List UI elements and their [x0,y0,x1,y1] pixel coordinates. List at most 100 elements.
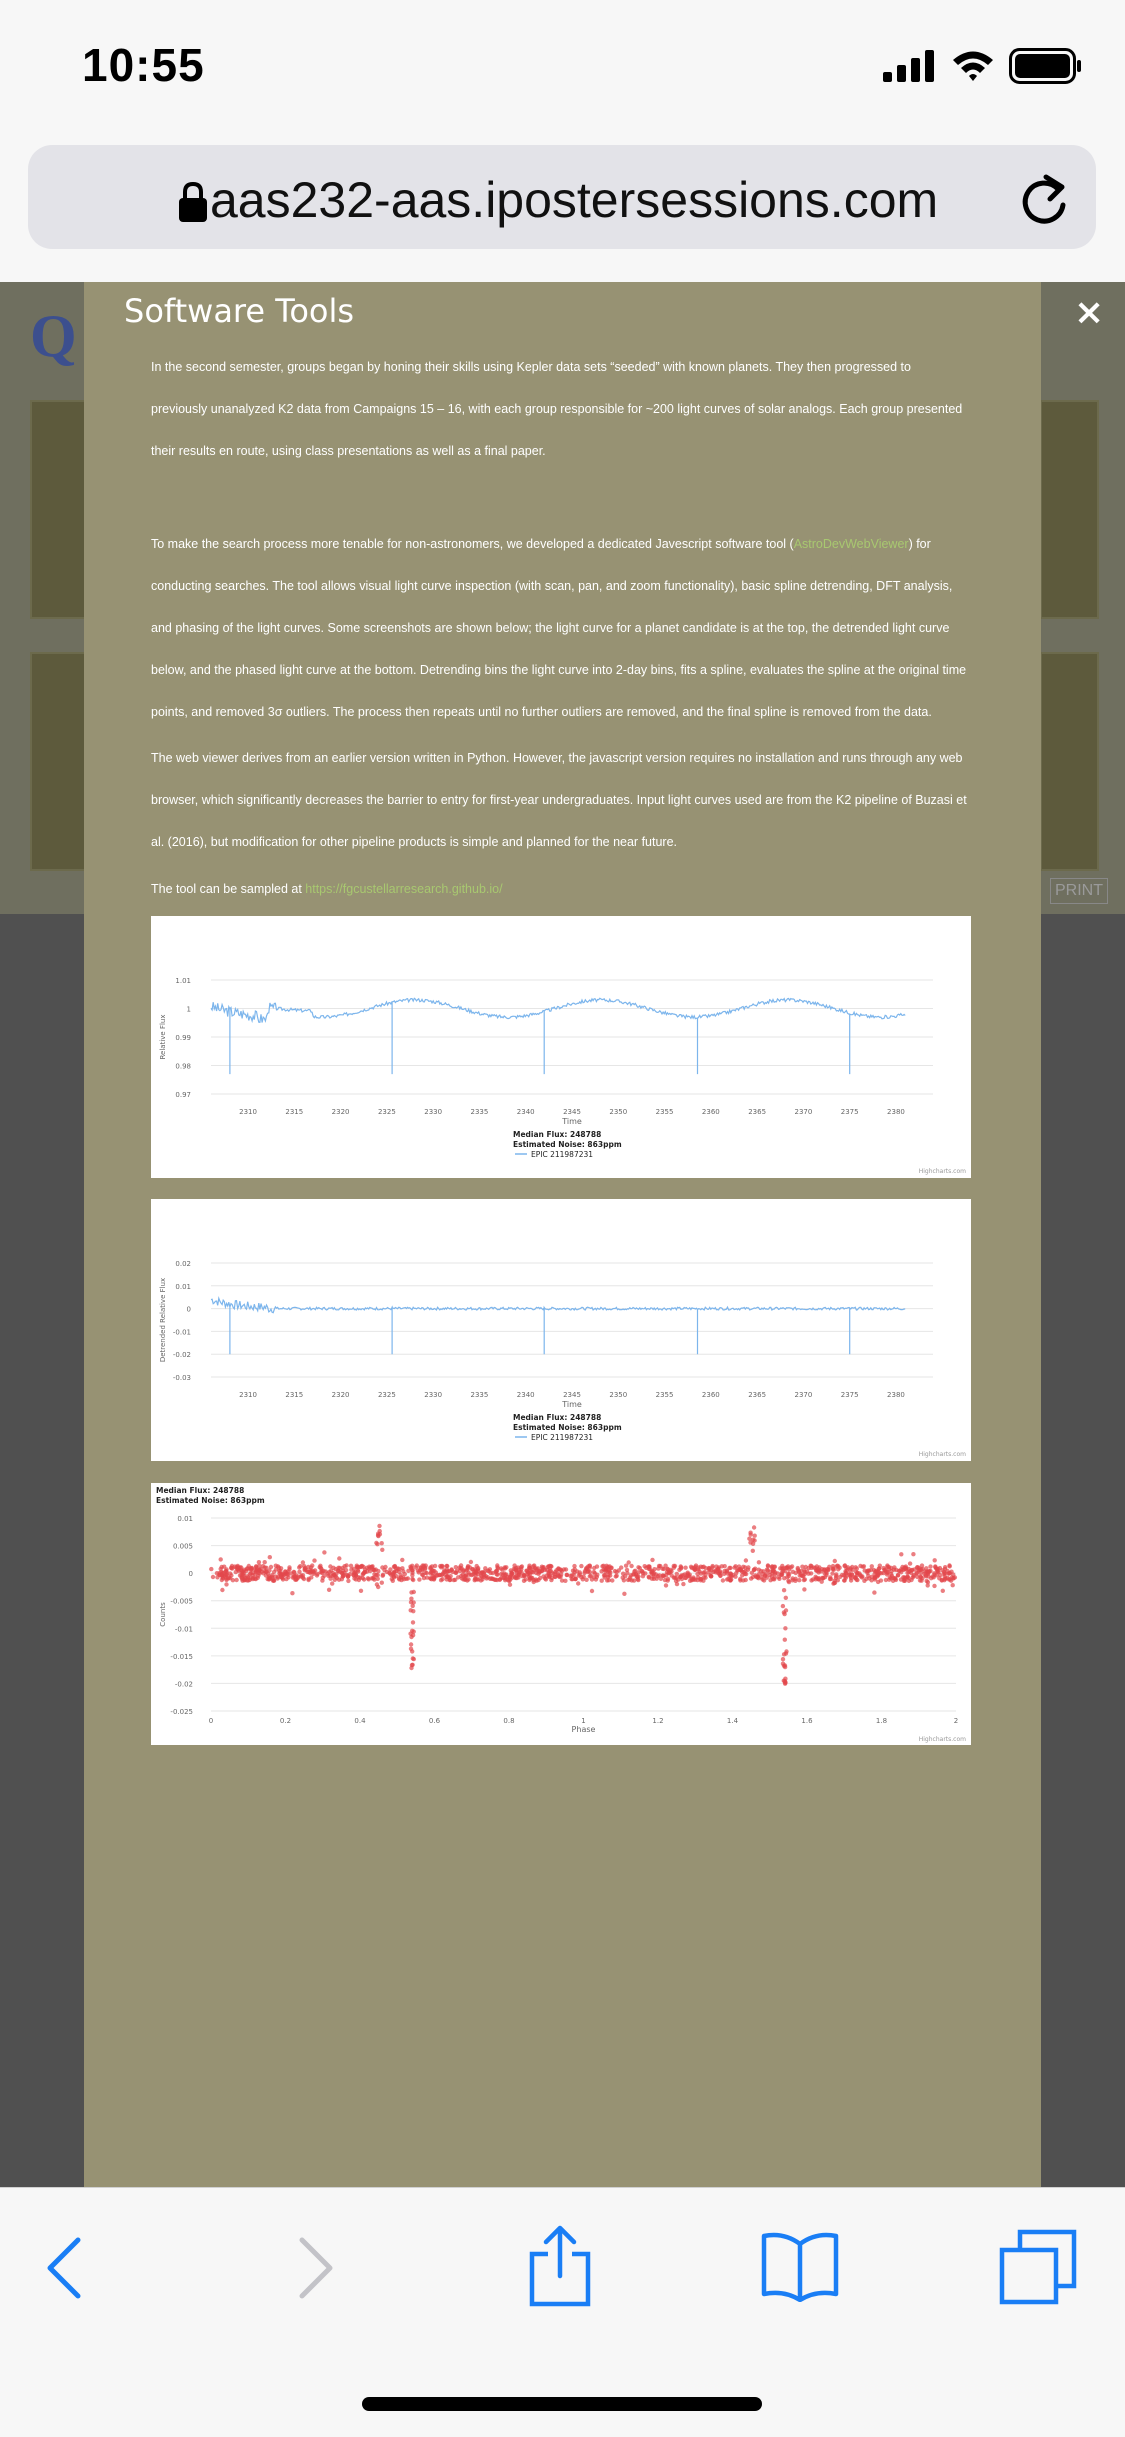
scatter-point [417,1577,422,1582]
y-tick-label: -0.03 [173,1374,191,1382]
browser-toolbar: aas232-aas.ipostersessions.com [0,135,1125,283]
y-tick-label: -0.025 [170,1708,193,1716]
chart-credit: Highcharts.com [919,1168,966,1175]
scatter-point [669,1569,674,1574]
back-icon[interactable] [44,2236,84,2300]
scatter-point [409,1596,414,1601]
astrodevwebviewer-link[interactable]: AstroDevWebViewer [794,537,909,551]
scatter-points [209,1523,958,1686]
scatter-point [539,1564,545,1569]
address-bar[interactable]: aas232-aas.ipostersessions.com [28,145,1096,249]
scatter-point [576,1581,581,1586]
x-tick-label: 0 [209,1717,213,1725]
x-tick-label: 2350 [609,1391,627,1399]
scatter-point [622,1591,627,1596]
scatter-point [400,1557,405,1563]
legend-median: Median Flux: 248788 [156,1486,244,1495]
x-tick-label: 2375 [841,1391,859,1399]
close-button[interactable]: × [1074,292,1104,333]
scatter-point [933,1565,938,1570]
scatter-point [800,1564,805,1569]
x-tick-label: 2335 [471,1391,489,1399]
x-tick-label: 2320 [332,1391,350,1399]
forward-icon[interactable] [296,2236,336,2300]
reload-icon[interactable] [1018,171,1070,227]
scatter-point [563,1578,568,1583]
y-tick-label: 0.01 [175,1283,191,1291]
scatter-point [271,1578,276,1583]
battery-icon [1009,48,1081,84]
scatter-point [411,1656,416,1662]
scatter-point [372,1572,377,1577]
scatter-point [322,1573,327,1578]
scatter-point [656,1566,661,1571]
lock-icon [179,181,207,222]
print-button[interactable]: PRINT [1050,878,1108,904]
scatter-point [834,1573,839,1579]
scatter-point [256,1570,261,1575]
series-line [210,997,906,1075]
scatter-point [219,1569,224,1574]
scatter-point [346,1578,351,1584]
x-tick-label: 2340 [517,1391,535,1399]
scatter-point [629,1563,634,1569]
url-text[interactable]: aas232-aas.ipostersessions.com [210,171,938,229]
bookmarks-icon[interactable] [760,2230,840,2302]
scatter-point [673,1578,679,1584]
scatter-point [888,1576,894,1581]
scatter-point [925,1580,931,1585]
scatter-point [474,1563,479,1569]
x-tick-label: 2310 [239,1108,257,1116]
scatter-point [246,1578,251,1583]
scatter-point [359,1563,365,1569]
chart-credit: Highcharts.com [919,1736,966,1743]
phased-svg: 0.01 0.005 0 -0.005 -0.01 -0.015 -0.02 -0.025 0 0… [156,1486,966,1743]
scatter-point [263,1573,269,1578]
github-link[interactable]: https://fgcustellarresearch.github.io/ [305,882,502,896]
scatter-point [755,1574,760,1580]
paragraph-3: The web viewer derives from an earlier v… [151,751,967,849]
scatter-point [278,1574,284,1580]
scatter-point [563,1567,569,1572]
scatter-point [413,1565,419,1570]
scatter-point [572,1563,577,1569]
scatter-point [701,1564,706,1569]
scatter-point [808,1563,813,1568]
x-tick-label: 0.4 [354,1717,366,1725]
scatter-point [623,1574,628,1579]
scatter-point [780,1568,786,1573]
scatter-point [950,1583,955,1588]
scatter-point [365,1576,371,1581]
y-tick-label: 0.97 [175,1091,191,1099]
x-tick-label: 2350 [609,1108,627,1116]
scatter-point [534,1568,539,1573]
scatter-point [858,1574,864,1579]
scatter-point [683,1565,688,1570]
y-tick-label: -0.02 [173,1351,191,1359]
scatter-point [647,1564,652,1569]
scatter-point [669,1573,674,1578]
scatter-point [245,1566,250,1571]
scatter-point [899,1552,904,1557]
tabs-icon[interactable] [998,2228,1078,2306]
x-tick-label: 2345 [563,1108,581,1116]
legend-median: Median Flux: 248788 [513,1130,601,1139]
share-icon[interactable] [528,2224,592,2308]
scatter-point [337,1569,343,1575]
legend-median: Median Flux: 248788 [513,1413,601,1422]
scatter-point [408,1642,414,1647]
scatter-point [748,1540,753,1545]
scatter-point [495,1563,500,1568]
scatter-point [800,1573,805,1579]
scatter-point [636,1565,641,1570]
scatter-point [649,1571,654,1576]
paragraph-2-text-a: To make the search process more tenable … [151,537,794,551]
scatter-point [507,1582,513,1587]
scatter-point [599,1569,604,1574]
scatter-point [298,1564,303,1569]
scatter-point [770,1569,776,1574]
detrended-svg: 0.02 0.01 0 -0.01 -0.02 -0.03 2310 2315 2320 2325… [159,1260,966,1458]
x-tick-label: 0.6 [429,1717,441,1725]
scatter-point [410,1633,416,1638]
scatter-point [337,1556,342,1561]
